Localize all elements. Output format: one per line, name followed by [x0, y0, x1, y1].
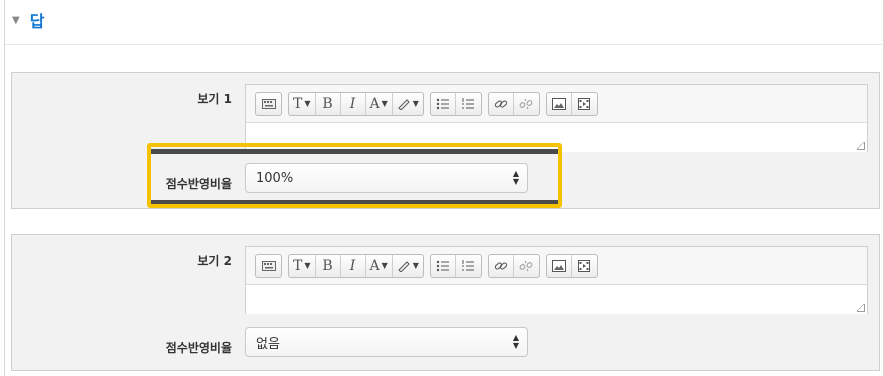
highlight-button[interactable]: ▼: [393, 255, 423, 277]
choice-2-grade-label: 점수반영비율: [165, 341, 232, 355]
highlight-box: [147, 143, 562, 208]
keyboard-icon: [261, 260, 276, 272]
insert-image-button[interactable]: [547, 254, 572, 277]
media-icon: [577, 97, 591, 110]
bold-icon: B: [322, 95, 333, 112]
toggle-toolbar-button[interactable]: [256, 255, 281, 277]
numbered-list-icon: [461, 259, 475, 272]
triangle-down-icon: ▼: [12, 14, 20, 26]
link-button[interactable]: [489, 254, 514, 277]
dropdown-icon: ▼: [304, 99, 311, 108]
media-icon: [577, 259, 591, 272]
insert-media-button[interactable]: [572, 255, 597, 277]
brush-icon: [397, 98, 411, 110]
bullet-list-icon: [436, 98, 450, 110]
choice-2-grade-select[interactable]: 없음 ▲ ▼: [245, 327, 528, 357]
link-icon: [494, 260, 508, 272]
bold-button[interactable]: B: [316, 92, 341, 115]
bold-button[interactable]: B: [316, 254, 341, 277]
font-size-icon: T: [293, 95, 303, 112]
italic-button[interactable]: I: [341, 92, 366, 115]
dropdown-icon: ▼: [381, 99, 388, 108]
choice-2-label: 보기 2: [197, 254, 232, 268]
section-title: 답: [29, 12, 45, 31]
font-color-icon: A: [369, 95, 380, 112]
bullet-list-icon: [436, 260, 450, 272]
font-color-icon: A: [369, 257, 380, 274]
section-toggle[interactable]: ▼ 답: [12, 8, 44, 32]
font-color-button[interactable]: A ▼: [366, 254, 393, 277]
italic-button[interactable]: I: [341, 254, 366, 277]
numbered-list-button[interactable]: [456, 93, 481, 115]
dropdown-icon: ▼: [412, 261, 419, 270]
font-size-button[interactable]: T ▼: [289, 92, 316, 115]
choice-2-editor[interactable]: T ▼ B I A ▼ ▼: [245, 246, 868, 314]
bullet-list-button[interactable]: [431, 254, 456, 277]
editor-content-area[interactable]: [246, 285, 867, 314]
header-divider: [5, 44, 884, 45]
unlink-icon: [519, 98, 533, 110]
font-color-button[interactable]: A ▼: [366, 92, 393, 115]
image-icon: [551, 97, 566, 110]
resize-handle-icon[interactable]: [857, 142, 865, 150]
dropdown-icon: ▼: [381, 261, 388, 270]
choice-1-editor[interactable]: T ▼ B I A ▼ ▼: [245, 84, 868, 152]
italic-icon: I: [349, 95, 356, 112]
dropdown-icon: ▼: [412, 99, 419, 108]
unlink-button[interactable]: [514, 93, 539, 115]
choice-1-label: 보기 1: [197, 92, 232, 106]
grade-select-value: 없음: [256, 336, 280, 352]
insert-image-button[interactable]: [547, 92, 572, 115]
bullet-list-button[interactable]: [431, 92, 456, 115]
numbered-list-button[interactable]: [456, 255, 481, 277]
editor-toolbar: T ▼ B I A ▼ ▼: [246, 85, 867, 123]
font-size-button[interactable]: T ▼: [289, 254, 316, 277]
unlink-button[interactable]: [514, 255, 539, 277]
image-icon: [551, 259, 566, 272]
select-arrows-icon: ▲ ▼: [512, 333, 519, 350]
highlight-button[interactable]: ▼: [393, 93, 423, 115]
keyboard-icon: [261, 98, 276, 110]
brush-icon: [397, 260, 411, 272]
font-size-icon: T: [293, 257, 303, 274]
unlink-icon: [519, 260, 533, 272]
link-button[interactable]: [489, 92, 514, 115]
editor-toolbar: T ▼ B I A ▼ ▼: [246, 247, 867, 285]
toggle-toolbar-button[interactable]: [256, 93, 281, 115]
bold-icon: B: [322, 257, 333, 274]
numbered-list-icon: [461, 97, 475, 110]
insert-media-button[interactable]: [572, 93, 597, 115]
dropdown-icon: ▼: [304, 261, 311, 270]
resize-handle-icon[interactable]: [857, 304, 865, 312]
link-icon: [494, 98, 508, 110]
italic-icon: I: [349, 257, 356, 274]
